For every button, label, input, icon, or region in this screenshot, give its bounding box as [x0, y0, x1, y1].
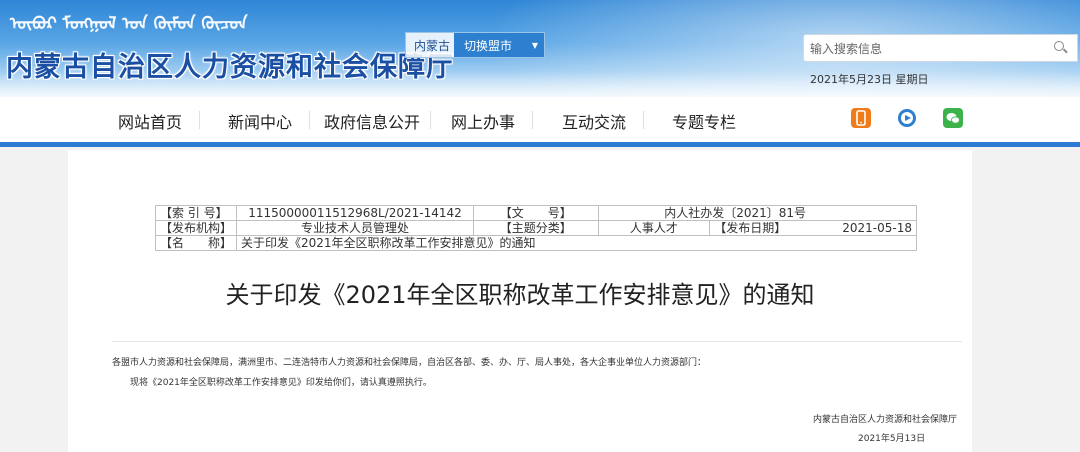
document-title: 关于印发《2021年全区职称改革工作安排意见》的通知 [225, 281, 815, 309]
document-signature: 内蒙古自治区人力资源和社会保障厅 [813, 415, 958, 425]
chevron-down-icon: ▼ [531, 40, 539, 50]
nav-item-interaction[interactable]: 互动交流 [562, 109, 626, 133]
main-nav: 网站首页 新闻中心 政府信息公开 网上办事 互动交流 专题专栏 [0, 97, 1080, 142]
region-select-label: 切换盟市 [464, 38, 513, 53]
document-body: 现将《2021年全区职称改革工作安排意见》印发给你们，请认真遵照执行。 [130, 378, 432, 388]
nav-item-special-topics[interactable]: 专题专栏 [672, 109, 736, 133]
nav-item-news[interactable]: 新闻中心 [228, 109, 292, 133]
mobile-app-icon[interactable] [851, 108, 871, 128]
nav-divider [309, 111, 310, 129]
document-sign-date: 2021年5月13日 [858, 434, 926, 444]
meta-name-value: 关于印发《2021年全区职称改革工作安排意见》的通知 [236, 235, 917, 251]
meta-docno-value: 内人社办发〔2021〕81号 [597, 205, 918, 221]
meta-org-value: 专业技术人员管理处 [236, 220, 474, 236]
meta-label: 【文 号】 [473, 205, 599, 221]
meta-pubdate-value: 2021-05-18 [842, 221, 912, 235]
nav-item-home[interactable]: 网站首页 [118, 109, 182, 133]
header-banner: ᠥᠪᠥᠷ ᠮᠣᠩᠭᠣᠯ ᠤᠨ ᠬᠦᠮᠦᠨ ᠬᠦᠴᠦᠨ 内蒙古自治区人力资源和社会… [0, 0, 1080, 97]
nav-underline [0, 142, 1080, 147]
meta-index-value: 11150000011512968L/2021-14142 [236, 205, 474, 221]
nav-divider [643, 111, 644, 129]
document-salutation: 各盟市人力资源和社会保障局，满洲里市、二连浩特市人力资源和社会保障局，自治区各部… [112, 358, 707, 368]
nav-item-gov-info[interactable]: 政府信息公开 [324, 109, 420, 133]
mongolian-title: ᠥᠪᠥᠷ ᠮᠣᠩᠭᠣᠯ ᠤᠨ ᠬᠦᠮᠦᠨ ᠬᠦᠴᠦᠨ [10, 14, 248, 34]
meta-label: 【发布机构】 [154, 220, 238, 236]
site-title[interactable]: 内蒙古自治区人力资源和社会保障厅 [6, 45, 454, 84]
meta-topic-value: 人事人才 [597, 220, 711, 236]
meta-label: 【索 引 号】 [154, 205, 238, 221]
current-date: 2021年5月23日 星期日 [810, 73, 929, 86]
meta-label: 【主题分类】 [473, 220, 599, 236]
nav-divider [532, 111, 533, 129]
article-panel: 【索 引 号】 11150000011512968L/2021-14142 【文… [68, 150, 972, 452]
nav-item-online-services[interactable]: 网上办事 [451, 109, 515, 133]
region-switcher: 内蒙古 切换盟市 ▼ [405, 32, 546, 58]
title-divider [112, 341, 962, 342]
meta-pubdate: 【发布日期】 2021-05-18 [709, 220, 917, 236]
search-input[interactable]: 输入搜索信息 [803, 34, 1078, 62]
nav-divider [430, 111, 431, 129]
video-icon[interactable] [897, 108, 917, 128]
meta-label: 【名 称】 [154, 235, 238, 251]
wechat-icon[interactable] [943, 108, 963, 128]
nav-divider [199, 111, 200, 129]
document-meta-table: 【索 引 号】 11150000011512968L/2021-14142 【文… [154, 205, 918, 251]
search-placeholder: 输入搜索信息 [810, 41, 883, 56]
region-select[interactable]: 切换盟市 ▼ [454, 33, 545, 57]
meta-label: 【发布日期】 [714, 221, 787, 235]
region-label: 内蒙古 [414, 38, 451, 53]
search-icon[interactable] [1049, 37, 1071, 59]
